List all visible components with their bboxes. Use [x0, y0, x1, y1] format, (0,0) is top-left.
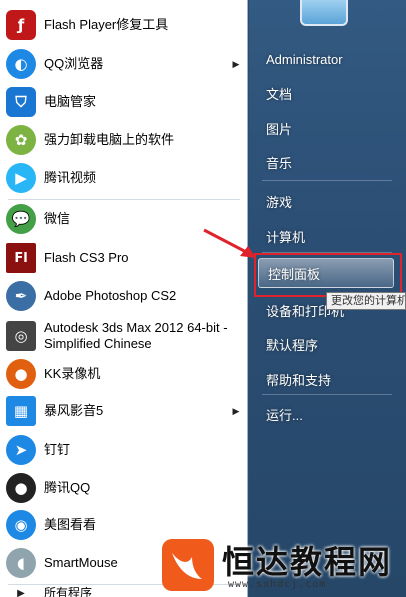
program-label: 暴风影音5 — [44, 403, 104, 418]
program-label: 腾讯QQ — [44, 480, 91, 495]
link-default-programs[interactable]: 默认程序 — [257, 330, 397, 358]
qq-browser-icon: ◐ — [6, 49, 36, 79]
program-item-qq-browser[interactable]: ◐ QQ浏览器 ▶ — [0, 45, 248, 83]
qq-penguin-icon: ● — [6, 473, 36, 503]
program-item-dingtalk[interactable]: ➤ 钉钉 — [0, 431, 248, 469]
program-label: 腾讯视频 — [44, 170, 97, 185]
program-item-photoshop[interactable]: ✒ Adobe Photoshop CS2 — [0, 277, 248, 315]
photoshop-feather-icon: ✒ — [6, 281, 36, 311]
program-label: 电脑管家 — [44, 94, 97, 109]
link-pictures[interactable]: 图片 — [257, 114, 397, 142]
program-label: 钉钉 — [44, 442, 71, 457]
user-picture-icon[interactable] — [300, 0, 348, 26]
program-label: KK录像机 — [44, 366, 101, 381]
program-item-flash-player-repair[interactable]: ƒ Flash Player修复工具 — [0, 6, 248, 44]
flash-cs3-icon: Fl — [6, 243, 36, 273]
submenu-arrow-icon[interactable]: ▶ — [230, 406, 242, 417]
link-games[interactable]: 游戏 — [257, 187, 397, 215]
watermark: 恒达教程网 www.sxhdcj.com — [158, 537, 406, 597]
program-label: QQ浏览器 — [44, 56, 104, 71]
3ds-max-icon: ◎ — [6, 321, 36, 351]
annotation-highlight-box — [254, 253, 402, 297]
watermark-url: www.sxhdcj.com — [228, 579, 327, 590]
kk-recorder-icon: ● — [6, 359, 36, 389]
link-music[interactable]: 音乐 — [257, 148, 397, 176]
link-administrator[interactable]: Administrator — [257, 45, 397, 73]
program-label: Autodesk 3ds Max 2012 64-bit - Simplifie… — [44, 320, 228, 351]
link-run[interactable]: 运行... — [257, 400, 397, 428]
watermark-title: 恒达教程网 — [222, 543, 393, 581]
programs-panel: ƒ Flash Player修复工具 ◐ QQ浏览器 ▶ ⛉ 电脑管家 ✿ 强力… — [0, 0, 248, 597]
tooltip: 更改您的计算机 — [326, 292, 406, 310]
program-item-3ds-max[interactable]: ◎ Autodesk 3ds Max 2012 64-bit - Simplif… — [0, 316, 248, 356]
link-computer[interactable]: 计算机 — [257, 222, 397, 250]
program-label: 微信 — [44, 211, 71, 226]
annotation-arrow-icon — [203, 228, 256, 258]
program-item-pc-manager[interactable]: ⛉ 电脑管家 — [0, 83, 248, 121]
dingtalk-icon: ➤ — [6, 435, 36, 465]
pc-manager-shield-icon: ⛉ — [6, 87, 36, 117]
program-label: Flash Player修复工具 — [44, 17, 169, 32]
flash-player-repair-icon: ƒ — [6, 10, 36, 40]
program-label: Adobe Photoshop CS2 — [44, 288, 177, 303]
link-documents[interactable]: 文档 — [257, 79, 397, 107]
program-item-uninstaller[interactable]: ✿ 强力卸载电脑上的软件 — [0, 121, 248, 159]
tencent-video-icon: ▶ — [6, 163, 36, 193]
submenu-arrow-icon[interactable]: ▶ — [230, 59, 242, 70]
smartmouse-icon: ◖ — [6, 548, 36, 578]
uninstaller-clover-icon: ✿ — [6, 125, 36, 155]
program-item-kk-recorder[interactable]: ● KK录像机 — [0, 355, 248, 393]
program-item-baofeng[interactable]: ▦ 暴风影音5 ▶ — [0, 392, 248, 430]
program-label: 美图看看 — [44, 517, 97, 532]
baofeng-player-icon: ▦ — [6, 396, 36, 426]
divider — [262, 180, 392, 181]
meitu-viewer-icon: ◉ — [6, 510, 36, 540]
program-item-tencent-video[interactable]: ▶ 腾讯视频 — [0, 159, 248, 197]
watermark-logo-icon — [162, 539, 214, 591]
program-item-qq[interactable]: ● 腾讯QQ — [0, 469, 248, 507]
wechat-icon: 💬 — [6, 204, 36, 234]
divider — [262, 394, 392, 395]
all-programs-arrow-icon: ▶ — [17, 587, 25, 597]
link-help-support[interactable]: 帮助和支持 — [257, 365, 397, 393]
program-label: 强力卸载电脑上的软件 — [44, 132, 175, 147]
